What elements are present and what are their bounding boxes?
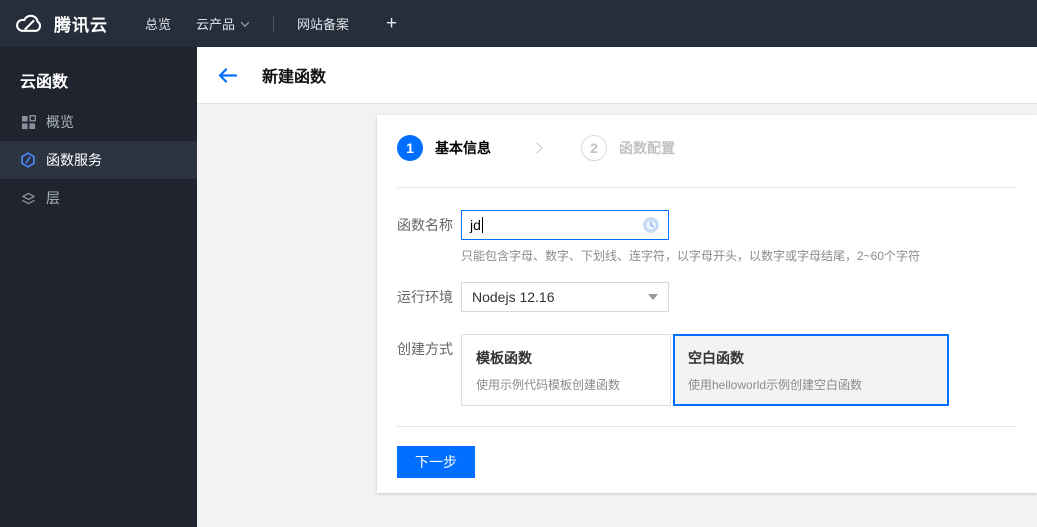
step-2-label: 函数配置: [619, 140, 675, 156]
runtime-selected-value: Nodejs 12.16: [472, 289, 555, 305]
select-caret-icon: [648, 294, 658, 300]
sidebar-item-layers[interactable]: 层: [0, 179, 197, 217]
content-area: 1 基本信息 2 函数配置 函数名称 jd 只能包含字母、数字、下划线、连字符，…: [197, 104, 1037, 527]
create-function-panel: 1 基本信息 2 函数配置 函数名称 jd 只能包含字母、数字、下划线、连字符，…: [377, 115, 1037, 493]
sidebar-item-layers-label: 层: [46, 190, 60, 206]
nav-item-overview-label: 总览: [145, 17, 172, 32]
creation-method-row: 创建方式 模板函数 使用示例代码模板创建函数 空白函数 使用helloworld…: [397, 334, 1017, 406]
creation-method-cards: 模板函数 使用示例代码模板创建函数 空白函数 使用helloworld示例创建空…: [461, 334, 949, 406]
runtime-label: 运行环境: [397, 289, 453, 305]
sidebar-title: 云函数: [20, 74, 69, 91]
sidebar: 云函数 概览 函数服务 层: [0, 47, 197, 527]
step-1-label: 基本信息: [435, 140, 491, 156]
sidebar-menu: 概览 函数服务 层: [0, 103, 197, 217]
sidebar-item-overview-label: 概览: [46, 114, 74, 130]
nav-item-cloud-products-label: 云产品: [196, 17, 236, 32]
basic-info-form: 函数名称 jd 只能包含字母、数字、下划线、连字符，以字母开头，以数字或字母结尾…: [397, 210, 1017, 478]
page-title: 新建函数: [262, 69, 327, 86]
function-name-value: jd: [470, 217, 481, 233]
brand[interactable]: 腾讯云: [14, 11, 108, 36]
nav-item-icp-filing[interactable]: 网站备案: [297, 14, 349, 33]
top-navbar: 腾讯云 总览 云产品 网站备案 +: [0, 0, 1037, 47]
card-blank-function-title: 空白函数: [688, 350, 744, 366]
function-name-label: 函数名称: [397, 217, 453, 233]
step-1-circle: 1: [397, 135, 423, 161]
runtime-select[interactable]: Nodejs 12.16: [461, 282, 669, 312]
function-name-row: 函数名称 jd 只能包含字母、数字、下划线、连字符，以字母开头，以数字或字母结尾…: [397, 210, 1017, 264]
layers-icon: [20, 190, 36, 206]
add-tab-button[interactable]: +: [386, 14, 397, 33]
function-name-help-text: 只能包含字母、数字、下划线、连字符，以字母开头，以数字或字母结尾，2~60个字符: [461, 249, 921, 263]
function-name-input[interactable]: jd: [461, 210, 669, 240]
arrow-left-icon: [218, 67, 237, 83]
brand-name: 腾讯云: [54, 16, 108, 35]
grid-icon: [20, 114, 36, 130]
step-2-circle: 2: [581, 135, 607, 161]
navbar-divider: [273, 15, 275, 32]
function-service-icon: [20, 152, 36, 168]
creation-method-label: 创建方式: [397, 341, 453, 357]
tencent-cloud-logo-icon: [14, 13, 45, 35]
card-template-function-title: 模板函数: [476, 350, 532, 366]
text-cursor: [481, 217, 483, 233]
clock-pending-icon: [642, 216, 660, 234]
card-blank-function[interactable]: 空白函数 使用helloworld示例创建空白函数: [673, 334, 949, 406]
nav-item-icp-filing-label: 网站备案: [297, 17, 350, 32]
back-button[interactable]: [218, 67, 237, 83]
runtime-row: 运行环境 Nodejs 12.16: [397, 282, 1017, 312]
card-template-function-desc: 使用示例代码模板创建函数: [476, 378, 621, 392]
chevron-down-icon: [240, 17, 250, 27]
sidebar-item-function-service-label: 函数服务: [46, 152, 102, 168]
card-blank-function-desc: 使用helloworld示例创建空白函数: [688, 378, 863, 392]
steps-divider: [397, 187, 1017, 188]
footer-divider: [397, 426, 1017, 427]
sidebar-item-overview[interactable]: 概览: [0, 103, 197, 141]
page-header: 新建函数: [197, 47, 1037, 104]
next-step-button[interactable]: 下一步: [397, 446, 475, 478]
sidebar-item-function-service[interactable]: 函数服务: [0, 141, 197, 179]
card-template-function[interactable]: 模板函数 使用示例代码模板创建函数: [461, 334, 671, 406]
topnav-menu: 总览 云产品 网站备案 +: [145, 14, 397, 33]
nav-item-overview[interactable]: 总览: [145, 14, 171, 33]
nav-item-cloud-products[interactable]: 云产品: [196, 14, 250, 33]
step-wizard: 1 基本信息 2 函数配置: [397, 135, 1017, 161]
step-separator-chevron-icon: [531, 142, 543, 154]
